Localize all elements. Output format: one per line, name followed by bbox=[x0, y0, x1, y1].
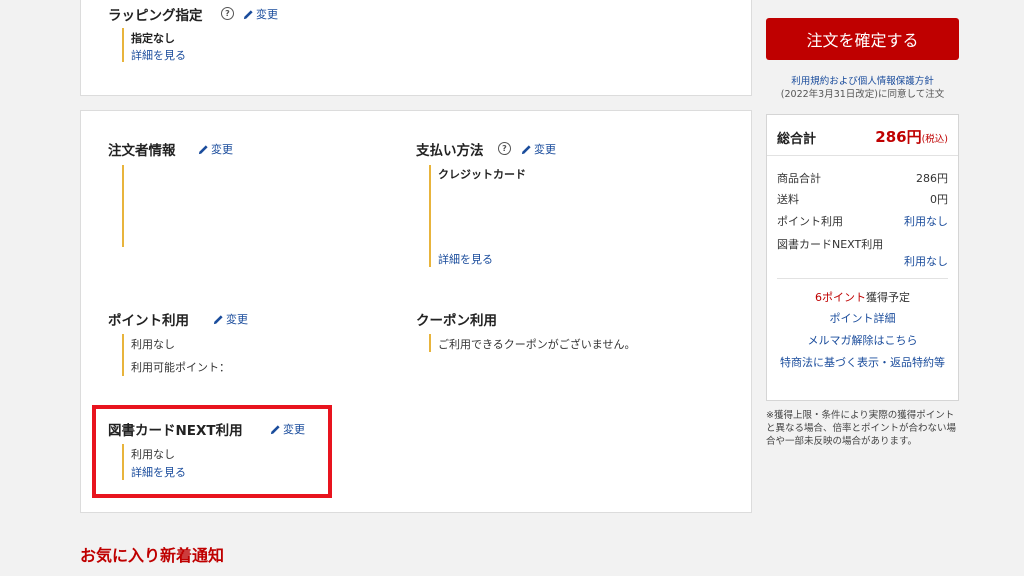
tosho-use-value[interactable]: 利用なし bbox=[904, 253, 948, 269]
summary-row-shipping: 送料 0円 bbox=[777, 191, 948, 207]
terms-link[interactable]: 利用規約および個人情報保護方針 bbox=[791, 76, 934, 87]
help-icon[interactable]: ? bbox=[498, 142, 511, 155]
tax-note: (税込) bbox=[921, 134, 948, 145]
tosho-card-value: 利用なし bbox=[131, 448, 175, 461]
coupon-bar bbox=[429, 334, 431, 352]
pencil-icon bbox=[243, 9, 253, 19]
points-heading: ポイント利用 bbox=[108, 313, 189, 329]
points-value: 利用なし bbox=[131, 338, 175, 351]
shipping-value: 0円 bbox=[930, 193, 948, 206]
subtotal-label: 商品合計 bbox=[777, 172, 821, 185]
points-note: ※獲得上限・条件により実際の獲得ポイントと異なる場合、倍率とポイントが合わない場… bbox=[766, 410, 957, 447]
payment-details-link[interactable]: 詳細を見る bbox=[438, 251, 493, 267]
tosho-card-details-link[interactable]: 詳細を見る bbox=[131, 464, 186, 480]
tosho-card-edit-label[interactable]: 変更 bbox=[283, 421, 305, 437]
confirm-order-button[interactable]: 注文を確定する bbox=[766, 18, 959, 60]
points-use-label: ポイント利用 bbox=[777, 215, 843, 228]
points-edit-link[interactable]: 変更 bbox=[213, 311, 248, 327]
wrapping-bar bbox=[122, 28, 124, 62]
total-label: 総合計 bbox=[777, 132, 817, 147]
terms-note: (2022年3月31日改定)に同意して注文 bbox=[780, 89, 945, 100]
total-amount: 286円(税込) bbox=[875, 126, 948, 147]
divider bbox=[767, 155, 958, 156]
earn-points-suffix: 獲得予定 bbox=[866, 291, 910, 304]
wrapping-heading: ラッピング指定 bbox=[108, 8, 203, 24]
coupon-heading: クーポン利用 bbox=[416, 313, 497, 329]
total-value: 286円 bbox=[875, 128, 922, 146]
tosho-card-edit-link[interactable]: 変更 bbox=[270, 421, 305, 437]
subtotal-value: 286円 bbox=[916, 172, 948, 185]
earn-points-line: 6ポイント獲得予定 bbox=[767, 289, 958, 305]
tosho-card-bar bbox=[122, 444, 124, 480]
pencil-icon bbox=[198, 144, 208, 154]
order-summary: 総合計 286円(税込) 商品合計 286円 送料 0円 ポイント利用 利用なし… bbox=[766, 114, 959, 401]
tokusho-link[interactable]: 特商法に基づく表示・返品特約等 bbox=[775, 355, 950, 371]
orderer-edit-link[interactable]: 変更 bbox=[198, 141, 233, 157]
orderer-heading: 注文者情報 bbox=[108, 143, 176, 159]
favorites-title: お気に入り新着通知 bbox=[80, 546, 225, 565]
earn-points-value: 6ポイント bbox=[815, 291, 866, 304]
divider bbox=[777, 278, 948, 279]
points-bar bbox=[122, 334, 124, 376]
shipping-label: 送料 bbox=[777, 193, 799, 206]
points-use-value[interactable]: 利用なし bbox=[904, 213, 948, 229]
payment-edit-label[interactable]: 変更 bbox=[534, 141, 556, 157]
pencil-icon bbox=[521, 144, 531, 154]
points-available-label: 利用可能ポイント： bbox=[131, 361, 230, 374]
wrapping-edit-link[interactable]: 変更 bbox=[243, 6, 278, 22]
wrapping-value: 指定なし bbox=[131, 32, 175, 45]
payment-edit-link[interactable]: 変更 bbox=[521, 141, 556, 157]
pencil-icon bbox=[213, 314, 223, 324]
payment-bar bbox=[429, 165, 431, 267]
tosho-card-heading: 図書カードNEXT利用 bbox=[108, 423, 243, 439]
point-details-link[interactable]: ポイント詳細 bbox=[767, 311, 958, 327]
wrapping-details-link[interactable]: 詳細を見る bbox=[131, 47, 186, 63]
terms-notice: 利用規約および個人情報保護方針 (2022年3月31日改定)に同意して注文 bbox=[766, 75, 959, 101]
help-icon[interactable]: ? bbox=[221, 7, 234, 20]
payment-value: クレジットカード bbox=[438, 168, 526, 181]
points-edit-label[interactable]: 変更 bbox=[226, 311, 248, 327]
pencil-icon bbox=[270, 424, 280, 434]
orderer-edit-label[interactable]: 変更 bbox=[211, 141, 233, 157]
orderer-bar bbox=[122, 165, 124, 247]
mailmag-unsubscribe-link[interactable]: メルマガ解除はこちら bbox=[767, 333, 958, 349]
tosho-use-label: 図書カードNEXT利用 bbox=[777, 238, 884, 251]
payment-heading: 支払い方法 bbox=[416, 143, 484, 159]
wrapping-edit-label[interactable]: 変更 bbox=[256, 6, 278, 22]
summary-row-points: ポイント利用 利用なし bbox=[777, 213, 948, 229]
coupon-value: ご利用できるクーポンがございません。 bbox=[438, 338, 636, 351]
summary-row-subtotal: 商品合計 286円 bbox=[777, 170, 948, 186]
